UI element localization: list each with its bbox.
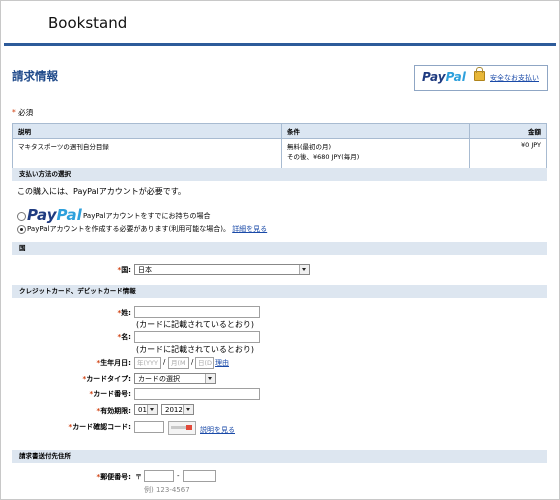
first-name-label: *名: bbox=[117, 333, 131, 341]
page-title: 請求情報 bbox=[12, 69, 58, 83]
cvv-help-link[interactable]: 説明を見る bbox=[200, 425, 235, 435]
paypal-logo: PayPal bbox=[422, 70, 466, 84]
chevron-down-icon bbox=[299, 265, 309, 274]
browser-frame: Bookstand 請求情報 PayPal 安全なお支払い * 必須 説明 条件… bbox=[0, 0, 560, 500]
first-name-hint: (カードに記載されているとおり) bbox=[136, 345, 255, 354]
card-type-label: *カードタイプ: bbox=[82, 375, 131, 383]
first-name-field[interactable] bbox=[134, 331, 260, 343]
paypal-required-text: この購入には、PayPalアカウントが必要です。 bbox=[17, 187, 186, 196]
card-type-select[interactable]: カードの選択 bbox=[134, 373, 216, 384]
radio-existing-account[interactable] bbox=[17, 212, 26, 221]
birth-day-field[interactable]: 日(D bbox=[195, 357, 214, 369]
expiry-month-select[interactable]: 01 bbox=[134, 404, 158, 415]
postal-dash: - bbox=[177, 472, 180, 480]
birthdate-reason-link[interactable]: 理由 bbox=[215, 358, 229, 368]
birthdate-label: *生年月日: bbox=[96, 359, 131, 367]
details-link[interactable]: 詳細を見る bbox=[232, 225, 267, 233]
expiry-year-select[interactable]: 2012 bbox=[161, 404, 194, 415]
item-description: マキタスポーツの週刊自分目録 bbox=[12, 138, 282, 170]
postal-example: 例) 123-4567 bbox=[144, 486, 190, 494]
card-number-field[interactable] bbox=[134, 388, 260, 400]
cvv-label: *カード確認コード: bbox=[68, 423, 131, 431]
expiry-label: *有効期限: bbox=[96, 407, 131, 415]
birthdate-slash-2: / bbox=[191, 358, 194, 366]
last-name-field[interactable] bbox=[134, 306, 260, 318]
lock-icon bbox=[474, 67, 485, 81]
item-amount: ¥0 JPY bbox=[469, 138, 547, 170]
order-summary-table: 説明 条件 金額 マキタスポーツの週刊自分目録 無料(最初の月) その後、¥680… bbox=[12, 123, 547, 170]
chevron-down-icon bbox=[183, 405, 193, 414]
last-name-label: *姓: bbox=[117, 309, 131, 317]
radio-create-account[interactable] bbox=[17, 225, 26, 234]
chevron-down-icon bbox=[147, 405, 157, 414]
cvv-field[interactable] bbox=[134, 421, 164, 433]
secure-payment-link[interactable]: 安全なお支払い bbox=[490, 73, 539, 83]
birth-year-field[interactable]: 年(YYY bbox=[134, 357, 161, 369]
card-number-label: *カード番号: bbox=[89, 390, 131, 398]
item-terms: 無料(最初の月) その後、¥680 JPY(毎月) bbox=[281, 138, 470, 170]
chevron-down-icon bbox=[205, 374, 215, 383]
birthdate-slash-1: / bbox=[163, 358, 166, 366]
col-terms: 条件 bbox=[281, 123, 470, 139]
postal-code-1-field[interactable] bbox=[144, 470, 174, 482]
existing-account-label: PayPalアカウントをすでにお持ちの場合 bbox=[83, 212, 211, 220]
paypal-logo-large: PayPal bbox=[27, 206, 82, 224]
postal-mark: 〒 bbox=[135, 473, 142, 481]
create-account-label: PayPalアカウントを作成する必要があります(利用可能な場合)。 詳細を見る bbox=[27, 225, 268, 233]
country-select[interactable]: 日本 bbox=[134, 264, 310, 275]
table-row: マキタスポーツの週刊自分目録 無料(最初の月) その後、¥680 JPY(毎月) … bbox=[12, 138, 547, 170]
country-label: *国: bbox=[117, 266, 131, 274]
store-name: Bookstand bbox=[48, 14, 128, 32]
col-description: 説明 bbox=[12, 123, 282, 139]
billing-address-header: 請求書送付先住所 bbox=[12, 450, 547, 463]
birth-month-field[interactable]: 月(M bbox=[168, 357, 189, 369]
postal-code-2-field[interactable] bbox=[183, 470, 216, 482]
card-info-header: クレジットカード、デビットカード情報 bbox=[12, 285, 547, 298]
postal-code-label: *郵便番号: bbox=[96, 473, 131, 481]
header-divider bbox=[4, 43, 556, 46]
payment-method-header: 支払い方法の選択 bbox=[12, 168, 547, 181]
country-header: 国 bbox=[12, 242, 547, 255]
col-amount: 金額 bbox=[469, 123, 547, 139]
card-back-icon bbox=[168, 421, 196, 435]
required-note: * 必須 bbox=[12, 108, 34, 117]
last-name-hint: (カードに記載されているとおり) bbox=[136, 320, 255, 329]
